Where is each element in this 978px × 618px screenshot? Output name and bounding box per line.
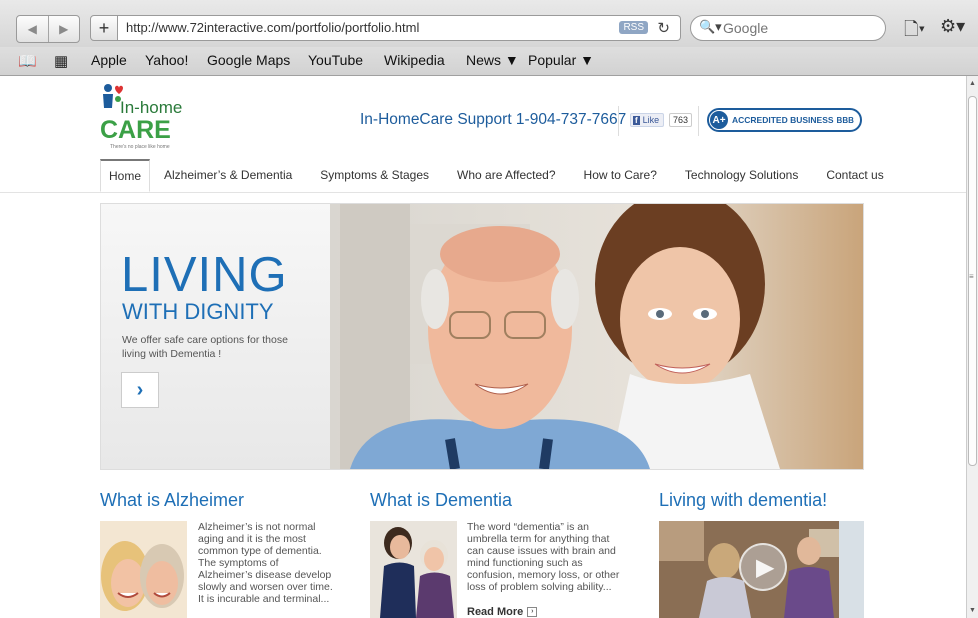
logo-in-home: In-home <box>120 98 183 117</box>
bookmark-youtube[interactable]: YouTube <box>308 52 363 68</box>
read-more-label: Read More <box>467 606 524 618</box>
bookmark-wikipedia[interactable]: Wikipedia <box>384 52 445 68</box>
alzheimer-title[interactable]: What is Alzheimer <box>100 490 244 511</box>
web-page: In-home CARE There's no place like home … <box>0 76 966 618</box>
logo-care: CARE <box>100 116 171 144</box>
play-icon: ▶ <box>756 554 775 581</box>
browser-toolbar: ◀ ▶ + RSS ↻ 🔍▾ 🗋▾ ⚙▾ <box>0 0 978 48</box>
forward-button[interactable]: ▶ <box>49 16 80 42</box>
scroll-down-arrow-icon[interactable]: ▼ <box>969 607 976 614</box>
bookmark-news[interactable]: News ▼ <box>466 52 519 68</box>
hero-banner: LIVING WITH DIGNITY We offer safe care o… <box>100 203 864 470</box>
living-video-thumbnail[interactable]: ▶ <box>659 521 864 618</box>
play-button[interactable]: ▶ <box>739 543 787 591</box>
smiling-women-photo <box>100 521 187 618</box>
nav-symptoms-stages[interactable]: Symptoms & Stages <box>306 159 443 192</box>
gear-icon[interactable]: ⚙▾ <box>940 16 965 37</box>
nav-how-to-care[interactable]: How to Care? <box>570 159 671 192</box>
dementia-read-more-link[interactable]: Read More › <box>467 606 538 618</box>
nav-home[interactable]: Home <box>100 159 151 192</box>
elderly-man-caregiver-photo <box>330 204 863 469</box>
dementia-text: The word “dementia” is an umbrella term … <box>467 521 620 593</box>
alzheimer-thumbnail[interactable] <box>100 521 187 618</box>
hero-next-button[interactable]: › <box>121 372 159 408</box>
nav-contact-us[interactable]: Contact us <box>812 159 897 192</box>
book-icon[interactable]: 📖 <box>18 52 37 70</box>
fb-like-label: Like <box>642 115 660 125</box>
hero-title: LIVING <box>121 248 288 302</box>
nav-who-affected[interactable]: Who are Affected? <box>443 159 570 192</box>
bookmark-apple[interactable]: Apple <box>91 52 127 68</box>
hero-text-panel: LIVING WITH DIGNITY We offer safe care o… <box>101 204 330 469</box>
facebook-icon: f <box>633 115 640 125</box>
facebook-like-button[interactable]: f Like <box>630 113 665 127</box>
divider <box>698 106 699 136</box>
logo-tagline: There's no place like home <box>110 144 170 150</box>
page-scrollbar[interactable]: ▲ ≡ ▼ <box>966 76 978 618</box>
url-input[interactable] <box>126 20 606 35</box>
hero-subtitle: WITH DIGNITY <box>122 299 274 324</box>
rss-button[interactable]: RSS <box>619 21 648 34</box>
main-nav: Home Alzheimer’s & Dementia Symptoms & S… <box>100 159 898 192</box>
bbb-grade: A+ <box>710 111 728 129</box>
support-phone[interactable]: In-HomeCare Support 1-904-737-7667 <box>360 111 626 129</box>
history-nav: ◀ ▶ <box>16 15 80 43</box>
site-logo[interactable]: In-home CARE There's no place like home <box>100 82 190 150</box>
fb-like-count: 763 <box>669 113 693 127</box>
bbb-badge[interactable]: A+ ACCREDITED BUSINESS BBB <box>707 108 862 132</box>
dementia-title[interactable]: What is Dementia <box>370 490 512 511</box>
alzheimer-text: Alzheimer’s is not normal aging and it i… <box>198 521 333 605</box>
page-menu-icon[interactable]: 🗋▾ <box>904 17 925 47</box>
hero-description: We offer safe care options for those liv… <box>122 334 288 360</box>
nav-alzheimers-dementia[interactable]: Alzheimer’s & Dementia <box>150 159 306 192</box>
scrollbar-thumb[interactable] <box>968 96 977 466</box>
living-title[interactable]: Living with dementia! <box>659 490 827 511</box>
dementia-thumbnail[interactable] <box>370 521 457 618</box>
scroll-grip-icon: ≡ <box>969 272 974 281</box>
bbb-logo: BBB <box>836 115 854 125</box>
address-bar[interactable]: RSS ↻ <box>118 15 681 41</box>
hero-photo <box>330 204 863 469</box>
arrow-box-icon: › <box>527 607 538 618</box>
back-button[interactable]: ◀ <box>17 16 49 42</box>
reload-icon[interactable]: ↻ <box>657 19 670 37</box>
search-bar[interactable]: 🔍▾ <box>690 15 886 41</box>
bbb-text: ACCREDITED BUSINESS <box>732 115 834 125</box>
bookmark-popular[interactable]: Popular ▼ <box>528 52 594 68</box>
nurse-patient-photo <box>370 521 457 618</box>
add-bookmark-button[interactable]: + <box>90 15 118 41</box>
nav-technology-solutions[interactable]: Technology Solutions <box>671 159 812 192</box>
grid-icon[interactable]: ▦ <box>54 52 68 70</box>
search-input[interactable] <box>723 20 873 36</box>
bookmark-google-maps[interactable]: Google Maps <box>207 52 290 68</box>
chevron-right-icon: › <box>136 378 144 401</box>
scroll-up-arrow-icon[interactable]: ▲ <box>969 80 976 87</box>
bookmark-yahoo[interactable]: Yahoo! <box>145 52 188 68</box>
search-icon[interactable]: 🔍▾ <box>699 19 722 35</box>
divider <box>618 106 619 136</box>
bookmarks-bar: 📖 ▦ Apple Yahoo! Google Maps YouTube Wik… <box>0 47 978 76</box>
